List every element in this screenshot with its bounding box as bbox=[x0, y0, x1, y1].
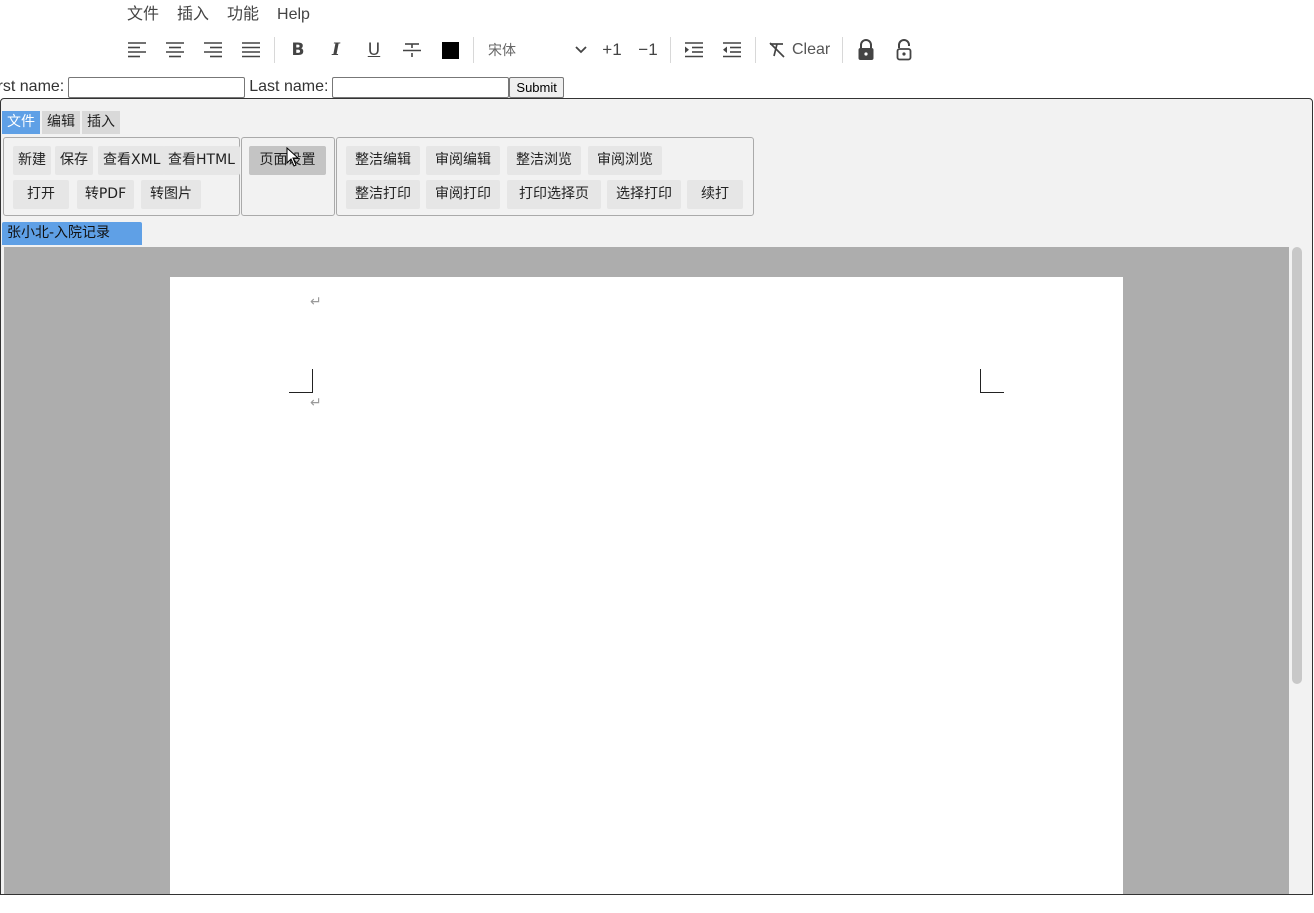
font-color-button[interactable] bbox=[431, 33, 469, 67]
align-right-button[interactable] bbox=[194, 33, 232, 67]
unlock-icon bbox=[896, 39, 912, 61]
font-size-decrease-button[interactable]: −1 bbox=[630, 33, 666, 67]
font-family-select[interactable]: 宋体 bbox=[478, 35, 594, 65]
view-html-button[interactable]: 查看HTML bbox=[163, 146, 240, 175]
format-toolbar: B I U 宋体 +1 −1 Clear bbox=[118, 32, 923, 68]
ribbon-group-file: 新建 保存 查看XML 查看HTML 打开 转PDF 转图片 bbox=[3, 137, 240, 216]
bold-button[interactable]: B bbox=[279, 33, 317, 67]
mouse-pointer-icon bbox=[286, 147, 300, 167]
clean-edit-button[interactable]: 整洁编辑 bbox=[346, 146, 420, 175]
toolbar-divider bbox=[274, 37, 275, 63]
lock-button[interactable] bbox=[847, 33, 885, 67]
clean-print-button[interactable]: 整洁打印 bbox=[346, 180, 420, 209]
editor-frame: 文件 编辑 插入 新建 保存 查看XML 查看HTML 打开 转PDF 转图片 … bbox=[0, 98, 1313, 895]
align-center-icon bbox=[166, 42, 184, 58]
ribbon-group-view-print: 整洁编辑 审阅编辑 整洁浏览 审阅浏览 整洁打印 审阅打印 打印选择页 选择打印… bbox=[336, 137, 754, 216]
toolbar-divider bbox=[842, 37, 844, 63]
align-left-icon bbox=[128, 42, 146, 58]
clean-view-button[interactable]: 整洁浏览 bbox=[507, 146, 581, 175]
review-print-button[interactable]: 审阅打印 bbox=[426, 180, 500, 209]
view-xml-button[interactable]: 查看XML bbox=[98, 146, 166, 175]
paragraph-mark: ↵ bbox=[310, 395, 322, 411]
menu-file[interactable]: 文件 bbox=[118, 3, 168, 27]
document-tab[interactable]: 张小北-入院记录 bbox=[2, 222, 142, 245]
document-canvas: ↵ ↵ bbox=[4, 247, 1289, 894]
name-form: irst name: Last name: Submit bbox=[0, 76, 564, 98]
indent-decrease-icon bbox=[723, 42, 741, 58]
paragraph-mark: ↵ bbox=[310, 294, 322, 310]
ribbon-tabs: 文件 编辑 插入 bbox=[2, 111, 122, 134]
print-selected-page-button[interactable]: 打印选择页 bbox=[507, 180, 601, 209]
underline-button[interactable]: U bbox=[355, 33, 393, 67]
select-print-button[interactable]: 选择打印 bbox=[607, 180, 681, 209]
tab-file[interactable]: 文件 bbox=[2, 111, 40, 134]
strikethrough-button[interactable] bbox=[393, 33, 431, 67]
font-size-increase-label: +1 bbox=[602, 40, 622, 59]
strikethrough-icon bbox=[403, 43, 421, 57]
menu-function[interactable]: 功能 bbox=[218, 3, 268, 27]
lock-icon bbox=[858, 39, 874, 60]
italic-button[interactable]: I bbox=[317, 33, 355, 67]
tab-edit[interactable]: 编辑 bbox=[42, 111, 80, 134]
last-name-input[interactable] bbox=[332, 76, 510, 98]
save-button[interactable]: 保存 bbox=[55, 146, 93, 175]
margin-corner-right bbox=[980, 369, 1004, 393]
align-justify-button[interactable] bbox=[232, 33, 270, 67]
clear-format-icon bbox=[769, 42, 785, 58]
scrollbar-thumb[interactable] bbox=[1292, 247, 1302, 684]
document-page[interactable]: ↵ ↵ bbox=[170, 277, 1123, 894]
indent-increase-icon bbox=[685, 42, 703, 58]
tab-insert[interactable]: 插入 bbox=[82, 111, 120, 134]
first-name-label: irst name: bbox=[0, 78, 65, 95]
submit-button[interactable]: Submit bbox=[509, 76, 564, 98]
review-view-button[interactable]: 审阅浏览 bbox=[588, 146, 662, 175]
menu-bar: 文件 插入 功能 Help bbox=[118, 2, 319, 28]
continue-print-button[interactable]: 续打 bbox=[687, 180, 743, 209]
last-name-label: Last name: bbox=[249, 78, 329, 95]
toolbar-divider bbox=[473, 37, 474, 63]
toolbar-divider bbox=[755, 37, 756, 63]
align-center-button[interactable] bbox=[156, 33, 194, 67]
align-right-icon bbox=[204, 42, 222, 58]
indent-increase-button[interactable] bbox=[675, 33, 713, 67]
chevron-down-icon bbox=[575, 46, 587, 54]
unlock-button[interactable] bbox=[885, 33, 923, 67]
review-edit-button[interactable]: 审阅编辑 bbox=[426, 146, 500, 175]
clear-format-label: Clear bbox=[792, 41, 831, 58]
font-family-value: 宋体 bbox=[488, 43, 516, 59]
to-image-button[interactable]: 转图片 bbox=[141, 180, 201, 209]
new-button[interactable]: 新建 bbox=[13, 146, 51, 175]
font-size-decrease-label: −1 bbox=[638, 40, 658, 59]
open-button[interactable]: 打开 bbox=[13, 180, 69, 209]
clear-format-button[interactable]: Clear bbox=[760, 33, 838, 67]
align-justify-icon bbox=[242, 42, 260, 58]
menu-insert[interactable]: 插入 bbox=[168, 3, 218, 27]
menu-help[interactable]: Help bbox=[268, 3, 319, 27]
bold-icon: B bbox=[291, 40, 305, 60]
font-color-swatch bbox=[441, 41, 459, 59]
margin-corner-left bbox=[289, 369, 313, 393]
underline-icon: U bbox=[367, 40, 381, 60]
indent-decrease-button[interactable] bbox=[713, 33, 751, 67]
toolbar-divider bbox=[670, 37, 671, 63]
font-size-increase-button[interactable]: +1 bbox=[594, 33, 630, 67]
italic-icon: I bbox=[332, 40, 340, 60]
first-name-input[interactable] bbox=[68, 76, 246, 98]
to-pdf-button[interactable]: 转PDF bbox=[77, 180, 134, 209]
align-left-button[interactable] bbox=[118, 33, 156, 67]
